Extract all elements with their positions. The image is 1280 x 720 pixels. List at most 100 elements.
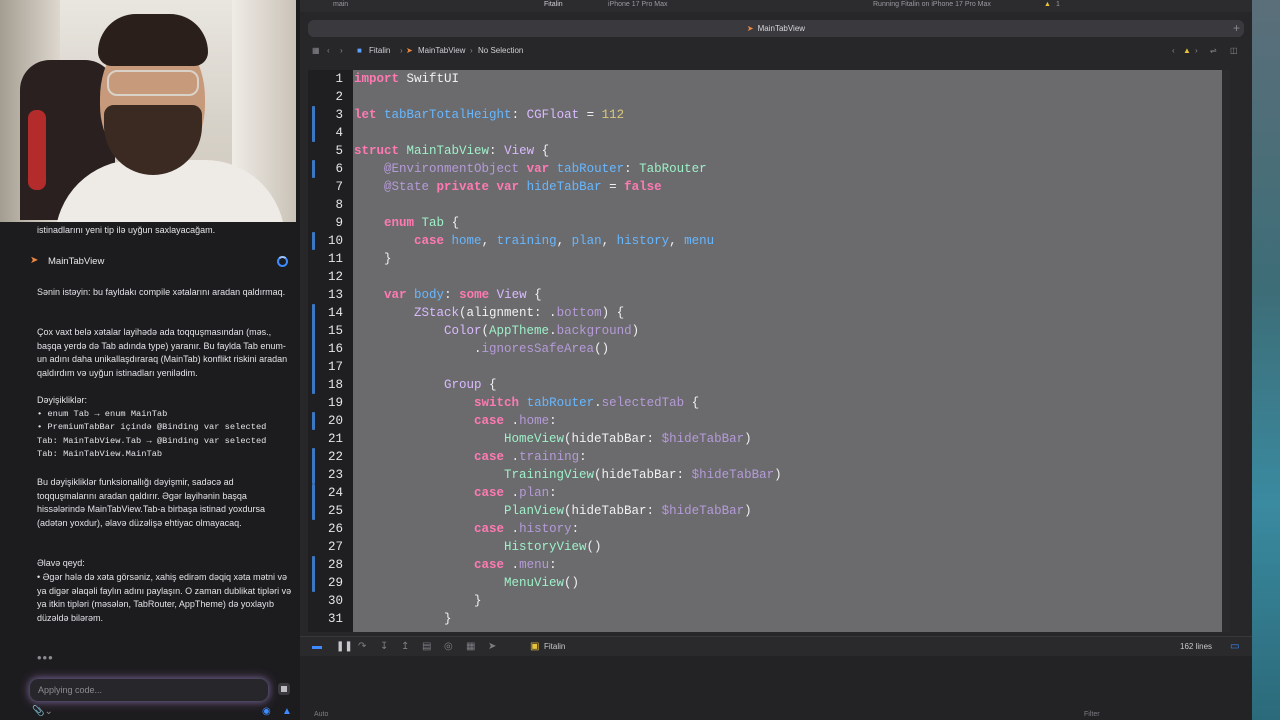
line-number[interactable]: 15 bbox=[328, 322, 343, 340]
environment-icon[interactable]: ▦ bbox=[466, 641, 475, 652]
line-number[interactable]: 24 bbox=[328, 484, 343, 502]
line-number[interactable]: 20 bbox=[328, 412, 343, 430]
add-tab-icon[interactable]: + bbox=[1233, 21, 1240, 35]
code-text-area[interactable]: import SwiftUI let tabBarTotalHeight: CG… bbox=[353, 70, 1222, 632]
related-items-icon[interactable]: ⇌ bbox=[1210, 46, 1217, 55]
code-line-26: case .history: bbox=[474, 522, 580, 536]
breadcrumb-file[interactable]: MainTabView bbox=[418, 46, 465, 55]
chat-input[interactable]: Applying code... bbox=[30, 679, 268, 701]
line-number[interactable]: 11 bbox=[328, 250, 343, 268]
line-number[interactable]: 8 bbox=[335, 196, 343, 214]
line-number[interactable]: 26 bbox=[328, 520, 343, 538]
forward-icon[interactable]: › bbox=[340, 46, 343, 55]
location-icon[interactable]: ➤ bbox=[488, 641, 496, 652]
line-count: 162 lines bbox=[1180, 642, 1213, 651]
line-number[interactable]: 10 bbox=[328, 232, 343, 250]
scheme-selector[interactable]: Fitalin bbox=[544, 1, 563, 8]
change-indicator[interactable] bbox=[312, 556, 315, 592]
file-chip[interactable]: ➤ MainTabView bbox=[30, 252, 292, 270]
breadcrumb-separator-icon: › bbox=[400, 46, 403, 55]
code-editor[interactable]: 1 2 3 4 5 6 7 8 9 10 11 12 13 14 15 16 17 18 19 20 21 22 23 24 2… bbox=[308, 70, 1222, 632]
change-indicator[interactable] bbox=[312, 484, 315, 520]
prev-issue-icon[interactable]: ‹ bbox=[1172, 46, 1175, 55]
typing-indicator: ••• bbox=[37, 650, 54, 665]
line-number[interactable]: 23 bbox=[328, 466, 343, 484]
loading-spinner-icon bbox=[277, 255, 288, 267]
line-number[interactable]: 16 bbox=[328, 340, 343, 358]
code-line-20: case .home: bbox=[474, 414, 557, 428]
line-number[interactable]: 31 bbox=[328, 610, 343, 628]
line-number[interactable]: 28 bbox=[328, 556, 343, 574]
chat-changes-title: Dəyişikliklər: bbox=[37, 395, 88, 405]
line-number[interactable]: 30 bbox=[328, 592, 343, 610]
line-number[interactable]: 7 bbox=[335, 178, 343, 196]
back-icon[interactable]: ‹ bbox=[327, 46, 330, 55]
line-number[interactable]: 12 bbox=[328, 268, 343, 286]
editor-scrollbar[interactable] bbox=[1222, 70, 1230, 632]
change-indicator[interactable] bbox=[312, 412, 315, 430]
line-number[interactable]: 6 bbox=[335, 160, 343, 178]
breadcrumb-selection[interactable]: No Selection bbox=[478, 46, 523, 55]
console-area[interactable]: Auto Filter bbox=[300, 656, 1252, 720]
code-line-13: var body: some View { bbox=[384, 288, 542, 302]
line-number[interactable]: 2 bbox=[335, 88, 343, 106]
change-indicator[interactable] bbox=[312, 304, 315, 394]
step-in-icon[interactable]: ↧ bbox=[380, 641, 388, 652]
filter-field[interactable]: Filter bbox=[1084, 711, 1100, 718]
editor-tab[interactable]: ➤ MainTabView bbox=[308, 20, 1244, 37]
attach-icon[interactable]: 📎⌄ bbox=[32, 706, 53, 717]
console-output-selector[interactable]: Auto bbox=[314, 711, 328, 718]
split-editor-icon[interactable]: ◫ bbox=[1230, 46, 1238, 55]
send-icon[interactable]: ▲ bbox=[282, 706, 292, 717]
breadcrumb-project[interactable]: Fitalin bbox=[369, 46, 390, 55]
warning-icon[interactable]: ▲ bbox=[1044, 1, 1051, 8]
line-number[interactable]: 18 bbox=[328, 376, 343, 394]
step-out-icon[interactable]: ↥ bbox=[401, 641, 409, 652]
memory-graph-icon[interactable]: ◎ bbox=[444, 641, 453, 652]
device-selector[interactable]: iPhone 17 Pro Max bbox=[608, 1, 668, 8]
code-line-5: struct MainTabView: View { bbox=[354, 144, 550, 158]
chat-thread: istinadlarını yeni tip ilə uyğun saxlaya… bbox=[0, 222, 300, 720]
grid-icon[interactable]: ▦ bbox=[312, 46, 320, 55]
line-number[interactable]: 9 bbox=[335, 214, 343, 232]
swift-file-icon: ➤ bbox=[406, 46, 413, 55]
panel-toggle-icon[interactable]: ▭ bbox=[1230, 641, 1239, 652]
step-over-icon[interactable]: ↷ bbox=[358, 641, 366, 652]
agent-icon[interactable]: ◉ bbox=[262, 706, 271, 717]
line-number[interactable]: 5 bbox=[335, 142, 343, 160]
screen: istinadlarını yeni tip ilə uyğun saxlaya… bbox=[0, 0, 1280, 720]
line-number[interactable]: 17 bbox=[328, 358, 343, 376]
swift-file-icon: ➤ bbox=[746, 24, 754, 33]
swift-icon: ➤ bbox=[30, 255, 39, 266]
line-number[interactable]: 22 bbox=[328, 448, 343, 466]
next-issue-icon[interactable]: › bbox=[1195, 46, 1198, 55]
issue-warning-icon[interactable]: ▲ bbox=[1183, 46, 1191, 55]
line-number[interactable]: 25 bbox=[328, 502, 343, 520]
change-indicator[interactable] bbox=[312, 106, 315, 142]
line-number[interactable]: 19 bbox=[328, 394, 343, 412]
line-number[interactable]: 13 bbox=[328, 286, 343, 304]
pause-icon[interactable]: ❚❚ bbox=[336, 641, 353, 652]
code-line-25: PlanView(hideTabBar: $hideTabBar) bbox=[504, 504, 752, 518]
line-number[interactable]: 27 bbox=[328, 538, 343, 556]
code-line-10: case home, training, plan, history, menu bbox=[414, 234, 715, 248]
code-line-11: } bbox=[354, 252, 392, 266]
line-number[interactable]: 21 bbox=[328, 430, 343, 448]
change-indicator[interactable] bbox=[312, 448, 315, 484]
line-number[interactable]: 29 bbox=[328, 574, 343, 592]
line-number[interactable]: 4 bbox=[335, 124, 343, 142]
change-indicator[interactable] bbox=[312, 160, 315, 178]
code-line-30: } bbox=[354, 594, 482, 608]
line-number[interactable]: 14 bbox=[328, 304, 343, 322]
branch-label[interactable]: main bbox=[333, 1, 348, 8]
change-indicator[interactable] bbox=[312, 232, 315, 250]
run-status: Running Fitalin on iPhone 17 Pro Max bbox=[873, 1, 991, 8]
view-debugger-icon[interactable]: ▤ bbox=[422, 641, 431, 652]
line-number[interactable]: 1 bbox=[335, 70, 343, 88]
line-number[interactable]: 3 bbox=[335, 106, 343, 124]
code-line-24: case .plan: bbox=[474, 486, 557, 500]
debug-scheme-label[interactable]: Fitalin bbox=[544, 642, 565, 651]
console-toggle-icon[interactable]: ▬ bbox=[312, 641, 322, 652]
stop-button[interactable] bbox=[278, 683, 290, 695]
code-line-14: ZStack(alignment: .bottom) { bbox=[414, 306, 625, 320]
